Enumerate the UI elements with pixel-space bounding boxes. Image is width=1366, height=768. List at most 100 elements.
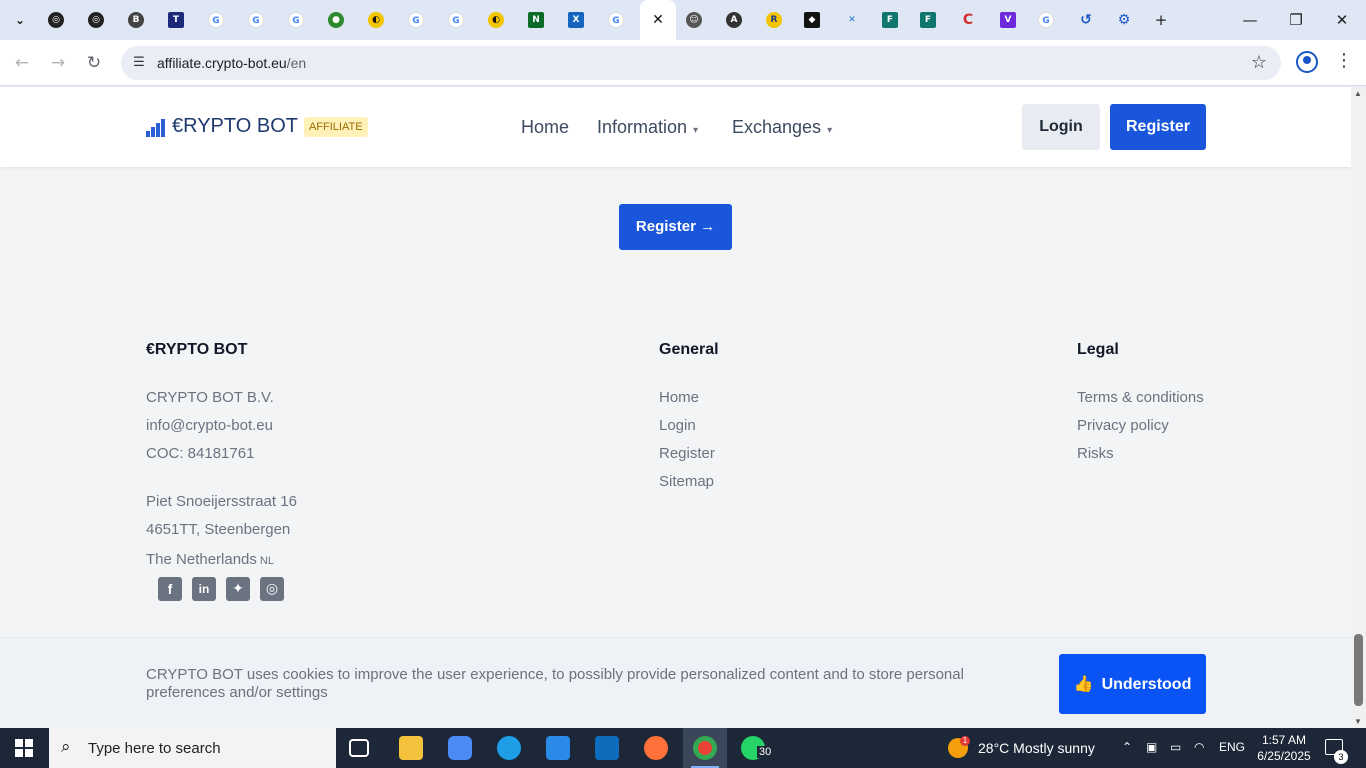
footer-link-login[interactable]: Login <box>659 417 696 434</box>
nav-information[interactable]: Information ▾ <box>597 117 698 138</box>
file-explorer-icon[interactable] <box>399 736 423 760</box>
instagram-icon[interactable]: ◎ <box>260 577 284 601</box>
address-url[interactable]: affiliate.crypto-bot.eu/en <box>157 55 306 71</box>
taskbar-search[interactable]: ⌕ Type here to search <box>49 728 336 768</box>
nav-exchanges[interactable]: Exchanges ▾ <box>732 117 832 138</box>
tab-7[interactable]: G <box>284 8 308 32</box>
store-icon[interactable] <box>546 736 570 760</box>
scroll-up-icon[interactable]: ▲ <box>1354 89 1362 98</box>
footer-street: Piet Snoeijersstraat 16 <box>146 493 297 510</box>
chrome-icon[interactable] <box>693 736 717 760</box>
tab-22[interactable]: F <box>878 8 902 32</box>
tab-4[interactable]: T <box>164 8 188 32</box>
tab-21[interactable]: ✕ <box>840 8 864 32</box>
footer-link-home[interactable]: Home <box>659 389 699 406</box>
tab-6[interactable]: G <box>244 8 268 32</box>
edge-icon[interactable] <box>497 736 521 760</box>
tab-18[interactable]: A <box>722 8 746 32</box>
footer-link-risks[interactable]: Risks <box>1077 445 1114 462</box>
tab-history-icon[interactable]: ↺ <box>1074 8 1098 32</box>
reload-button[interactable]: ↻ <box>82 51 106 75</box>
start-button[interactable] <box>15 739 33 757</box>
chevron-down-icon: ▾ <box>693 125 699 136</box>
browser-menu-icon[interactable]: ⋮ <box>1334 50 1354 74</box>
tab-active[interactable]: ✕ <box>640 0 676 40</box>
linkedin-icon[interactable]: in <box>192 577 216 601</box>
tab-8[interactable]: ● <box>324 8 348 32</box>
minimize-button[interactable]: — <box>1236 8 1264 32</box>
tab-24[interactable]: C <box>956 8 980 32</box>
nav-home[interactable]: Home <box>521 117 569 138</box>
cta-register-button[interactable]: Register → <box>619 204 732 250</box>
login-button[interactable]: Login <box>1022 104 1100 150</box>
new-tab-button[interactable]: + <box>1147 8 1175 32</box>
page-scrollbar[interactable]: ▲ ▼ <box>1351 87 1366 728</box>
battery-icon[interactable]: ▭ <box>1170 740 1181 754</box>
profile-icon[interactable] <box>1296 51 1318 73</box>
tab-search-icon[interactable]: ⌄ <box>8 8 32 32</box>
tab-25[interactable]: V <box>996 8 1020 32</box>
tray-chevron-icon[interactable]: ⌃ <box>1122 740 1132 754</box>
footer-link-terms[interactable]: Terms & conditions <box>1077 389 1204 406</box>
tab-20[interactable]: ◆ <box>800 8 824 32</box>
cookie-understood-button[interactable]: 👍 Understood <box>1059 654 1206 714</box>
taskbar-clock[interactable]: 1:57 AM 6/25/2025 <box>1256 732 1312 764</box>
tab-19[interactable]: R <box>762 8 786 32</box>
task-view-icon[interactable] <box>349 739 369 757</box>
tab-9[interactable]: ◐ <box>364 8 388 32</box>
copilot-icon[interactable] <box>448 736 472 760</box>
url-path: /en <box>286 55 307 71</box>
forward-button[interactable]: → <box>46 51 70 75</box>
tab-12[interactable]: ◐ <box>484 8 508 32</box>
footer-link-sitemap[interactable]: Sitemap <box>659 473 714 490</box>
windows-taskbar: ⌕ Type here to search 30 1 28°C Mostly s… <box>0 728 1366 768</box>
tab-2[interactable]: ◎ <box>84 8 108 32</box>
tab-14[interactable]: X <box>564 8 588 32</box>
cookie-text: CRYPTO BOT uses cookies to improve the u… <box>146 666 964 701</box>
tab-26[interactable]: G <box>1034 8 1058 32</box>
back-button[interactable]: ← <box>10 51 34 75</box>
tab-settings-icon[interactable]: ⚙ <box>1112 8 1136 32</box>
notification-count: 3 <box>1334 750 1348 764</box>
language-indicator[interactable]: ENG <box>1219 740 1245 754</box>
footer-email[interactable]: info@crypto-bot.eu <box>146 417 273 434</box>
footer-coc: COC: 84181761 <box>146 445 255 462</box>
tab-17[interactable]: ☺ <box>682 8 706 32</box>
bookmark-star-icon[interactable]: ☆ <box>1251 52 1267 73</box>
tab-3[interactable]: B <box>124 8 148 32</box>
scrollbar-thumb[interactable] <box>1354 634 1363 706</box>
url-host: affiliate.crypto-bot.eu <box>157 55 287 71</box>
meet-icon[interactable]: ▣ <box>1146 740 1157 754</box>
tab-10[interactable]: G <box>404 8 428 32</box>
search-icon: ⌕ <box>61 737 71 757</box>
register-button[interactable]: Register <box>1110 104 1206 150</box>
facebook-icon[interactable]: f <box>158 577 182 601</box>
tab-5[interactable]: G <box>204 8 228 32</box>
outlook-icon[interactable] <box>595 736 619 760</box>
site-logo[interactable]: €RYPTO BOT AFFILIATE <box>146 115 368 138</box>
scroll-down-icon[interactable]: ▼ <box>1354 717 1362 726</box>
firefox-icon[interactable] <box>644 736 668 760</box>
affiliate-badge: AFFILIATE <box>303 116 368 137</box>
close-window-button[interactable]: ✕ <box>1328 8 1356 32</box>
site-info-icon[interactable]: ☰ <box>129 53 149 73</box>
clock-time: 1:57 AM <box>1261 733 1307 747</box>
address-bar[interactable]: ☰ affiliate.crypto-bot.eu/en ☆ <box>121 46 1281 80</box>
cookie-button-label: Understood <box>1101 676 1192 693</box>
logo-text: €RYPTO BOT <box>172 115 298 137</box>
footer-general-title: General <box>659 341 719 358</box>
close-tab-icon[interactable]: ✕ <box>650 12 666 28</box>
weather-text[interactable]: 28°C Mostly sunny <box>978 740 1095 756</box>
tab-23[interactable]: F <box>916 8 940 32</box>
tab-15[interactable]: G <box>604 8 628 32</box>
restore-button[interactable]: ❐ <box>1282 8 1310 32</box>
footer-legal-title: Legal <box>1077 341 1119 358</box>
tab-1[interactable]: ◎ <box>44 8 68 32</box>
cookie-banner: CRYPTO BOT uses cookies to improve the u… <box>0 637 1351 728</box>
tab-11[interactable]: G <box>444 8 468 32</box>
footer-link-privacy[interactable]: Privacy policy <box>1077 417 1169 434</box>
footer-link-register[interactable]: Register <box>659 445 715 462</box>
wifi-icon[interactable]: ◠ <box>1194 740 1204 754</box>
twitter-icon[interactable]: ✦ <box>226 577 250 601</box>
tab-13[interactable]: N <box>524 8 548 32</box>
